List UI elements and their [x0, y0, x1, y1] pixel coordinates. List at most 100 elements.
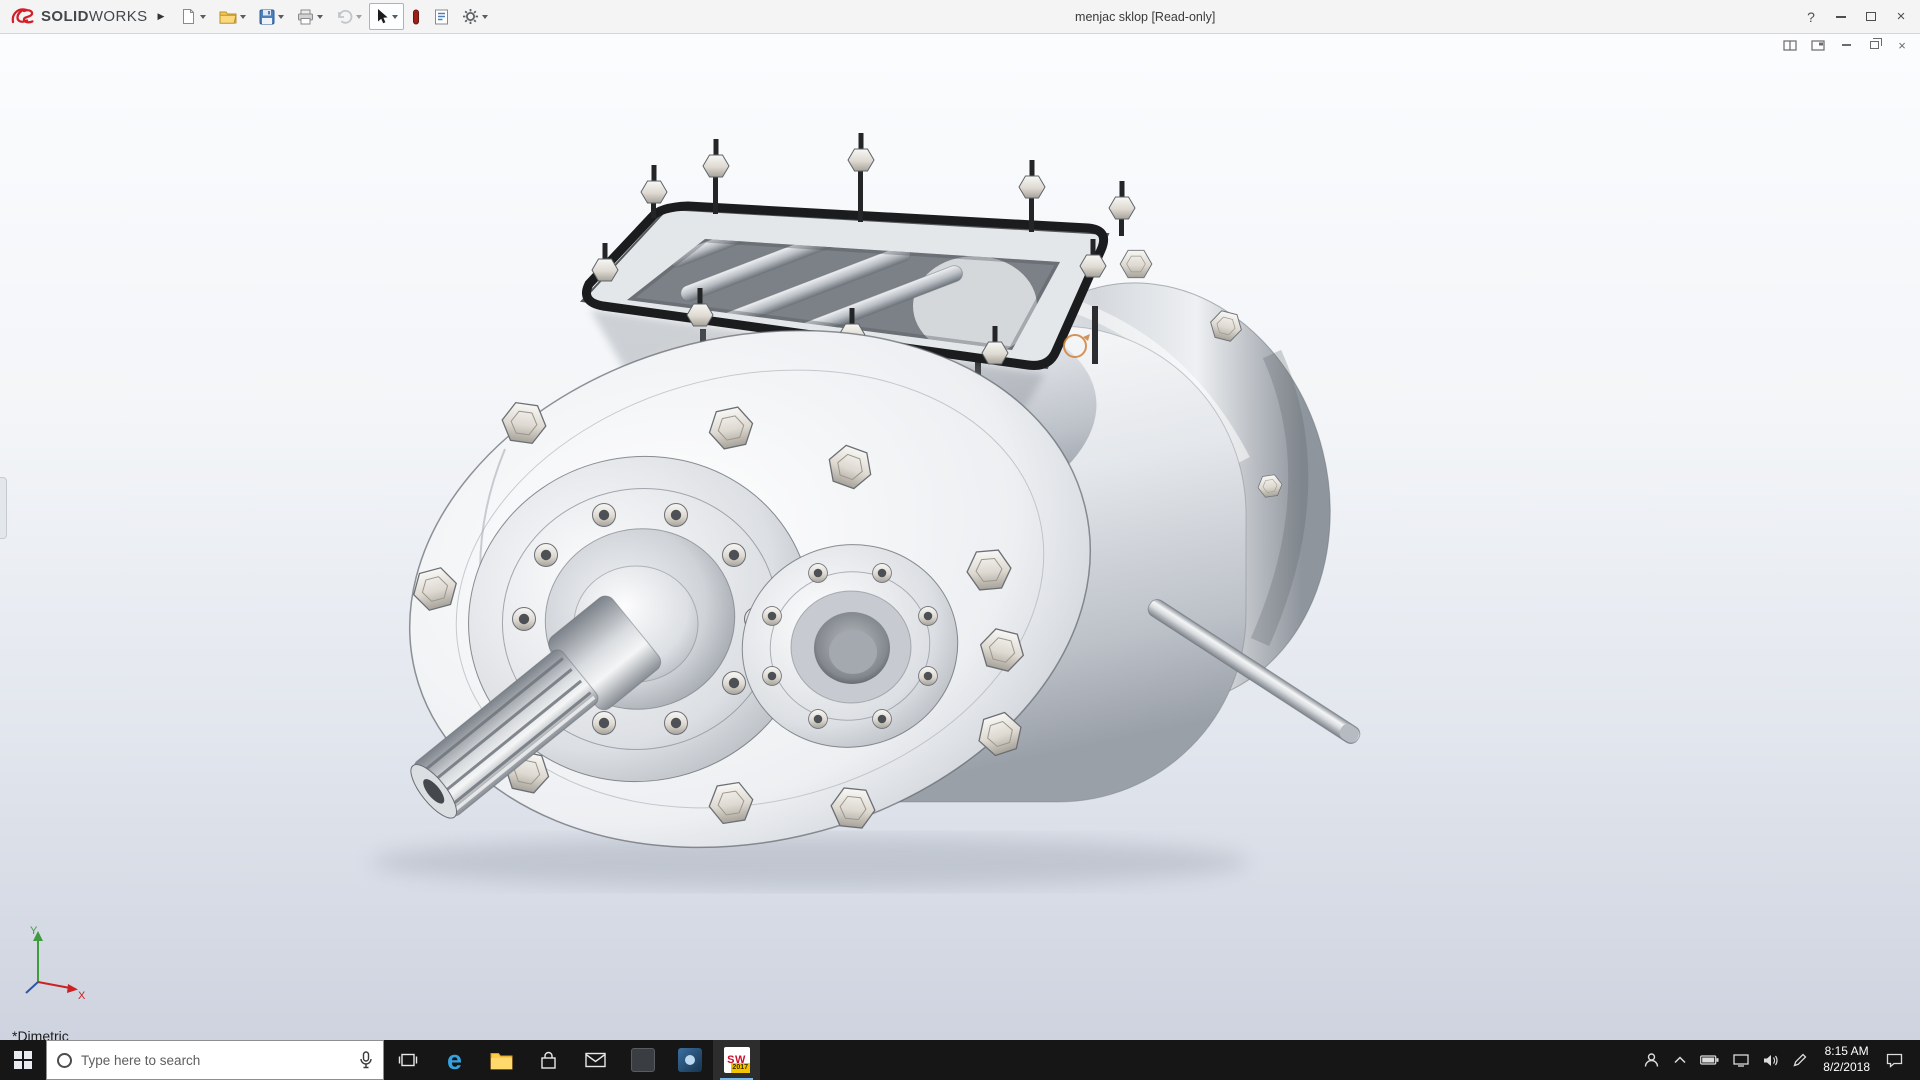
graphics-viewport[interactable]: × Y X *Dimetric: [0, 34, 1920, 1040]
people-icon: [1643, 1052, 1660, 1068]
help-button[interactable]: ?: [1796, 4, 1826, 30]
volume-button[interactable]: [1756, 1040, 1786, 1080]
save-floppy-icon: [259, 9, 275, 25]
mail-envelope-icon: [585, 1052, 606, 1068]
document-window-controls: ×: [1782, 38, 1910, 52]
clock-time: 8:15 AM: [1825, 1044, 1869, 1060]
network-button[interactable]: [1726, 1040, 1756, 1080]
chevron-up-icon: [1674, 1056, 1686, 1064]
chevron-down-icon: [240, 15, 246, 19]
document-properties-icon: [434, 9, 449, 25]
model-reflection: [354, 799, 1374, 1040]
task-view-icon: [398, 1051, 418, 1069]
windows-taskbar: e SW 2017: [0, 1040, 1920, 1080]
maximize-button[interactable]: [1856, 4, 1886, 30]
new-document-icon: [180, 8, 197, 25]
window-title: menjac sklop [Read-only]: [494, 10, 1796, 24]
battery-button[interactable]: [1693, 1040, 1726, 1080]
split-window-icon: [1783, 39, 1797, 52]
title-bar: SOLIDWORKS ▶: [0, 0, 1920, 34]
window-controls: ? ×: [1796, 4, 1916, 30]
close-icon: ×: [1898, 39, 1906, 52]
blue-app-icon: [678, 1048, 702, 1072]
orientation-triad[interactable]: Y X: [16, 922, 88, 1002]
graphics-area[interactable]: [0, 34, 1920, 1040]
print-button[interactable]: [291, 3, 329, 30]
file-properties-button[interactable]: [428, 3, 455, 30]
view-orientation-label: *Dimetric: [12, 1028, 69, 1040]
solidworks-window: SOLIDWORKS ▶: [0, 0, 1920, 1080]
ds-logo-icon: [10, 7, 36, 26]
edge-icon: e: [447, 1047, 462, 1074]
app-blue-button[interactable]: [666, 1040, 713, 1080]
triad-y-label: Y: [30, 925, 38, 937]
cursor-arrow-icon: [375, 8, 389, 25]
gearbox-model[interactable]: [354, 133, 1374, 917]
doc-split-button[interactable]: [1782, 38, 1798, 52]
system-tray: 8:15 AM 8/2/2018: [1636, 1040, 1920, 1080]
new-window-icon: [1811, 39, 1825, 52]
search-input[interactable]: [81, 1053, 350, 1068]
new-document-button[interactable]: [174, 3, 212, 30]
gear-icon: [462, 8, 479, 25]
pen-icon: [1793, 1053, 1807, 1067]
clock-date: 8/2/2018: [1823, 1060, 1870, 1076]
save-button[interactable]: [253, 3, 290, 30]
solidworks-taskbar-button[interactable]: SW 2017: [713, 1040, 760, 1080]
undo-button[interactable]: [330, 3, 368, 30]
tray-expand-button[interactable]: [1667, 1040, 1693, 1080]
doc-close-button[interactable]: ×: [1894, 38, 1910, 52]
chevron-down-icon: [278, 15, 284, 19]
panel-splitter-handle[interactable]: [0, 477, 7, 539]
start-button[interactable]: [0, 1040, 46, 1080]
triad-x-label: X: [78, 990, 86, 1002]
chevron-down-icon: [317, 15, 323, 19]
maximize-icon: [1866, 12, 1876, 21]
battery-icon: [1700, 1055, 1719, 1065]
windows-logo-icon: [14, 1051, 32, 1069]
doc-restore-button[interactable]: [1866, 38, 1882, 52]
app-dark-button[interactable]: [619, 1040, 666, 1080]
pen-button[interactable]: [1786, 1040, 1814, 1080]
printer-icon: [297, 9, 314, 25]
options-button[interactable]: [456, 3, 494, 30]
people-button[interactable]: [1636, 1040, 1667, 1080]
file-explorer-button[interactable]: [478, 1040, 525, 1080]
red-capsule-icon: [411, 9, 421, 25]
minimize-icon: [1842, 44, 1851, 46]
close-icon: ×: [1897, 9, 1906, 24]
solidworks-logo: SOLIDWORKS: [4, 7, 154, 26]
undo-arrow-icon: [336, 9, 353, 24]
clock[interactable]: 8:15 AM 8/2/2018: [1814, 1044, 1879, 1075]
dark-app-icon: [631, 1048, 655, 1072]
store-button[interactable]: [525, 1040, 572, 1080]
xpress-products-button[interactable]: [405, 3, 427, 30]
open-folder-icon: [219, 9, 237, 25]
folder-icon: [490, 1051, 513, 1070]
mail-button[interactable]: [572, 1040, 619, 1080]
microphone-icon[interactable]: [359, 1051, 373, 1069]
select-tool-button[interactable]: [369, 3, 404, 30]
brand-wordmark: SOLIDWORKS: [41, 8, 148, 25]
chevron-down-icon: [356, 15, 362, 19]
doc-minimize-button[interactable]: [1838, 38, 1854, 52]
chevron-down-icon: [482, 15, 488, 19]
task-view-button[interactable]: [384, 1040, 431, 1080]
open-button[interactable]: [213, 3, 252, 30]
minimize-button[interactable]: [1826, 4, 1856, 30]
chevron-down-icon: [392, 15, 398, 19]
search-circle-icon: [57, 1053, 72, 1068]
close-button[interactable]: ×: [1886, 4, 1916, 30]
taskbar-search[interactable]: [46, 1040, 384, 1080]
quick-access-toolbar: [174, 3, 494, 30]
doc-new-window-button[interactable]: [1810, 38, 1826, 52]
network-monitor-icon: [1733, 1054, 1749, 1067]
restore-icon: [1870, 41, 1879, 49]
action-center-button[interactable]: [1879, 1040, 1910, 1080]
chevron-down-icon: [200, 15, 206, 19]
action-center-icon: [1886, 1053, 1903, 1068]
store-bag-icon: [539, 1051, 558, 1070]
menu-expand-arrow[interactable]: ▶: [158, 11, 165, 22]
edge-button[interactable]: e: [431, 1040, 478, 1080]
speaker-icon: [1763, 1054, 1779, 1067]
